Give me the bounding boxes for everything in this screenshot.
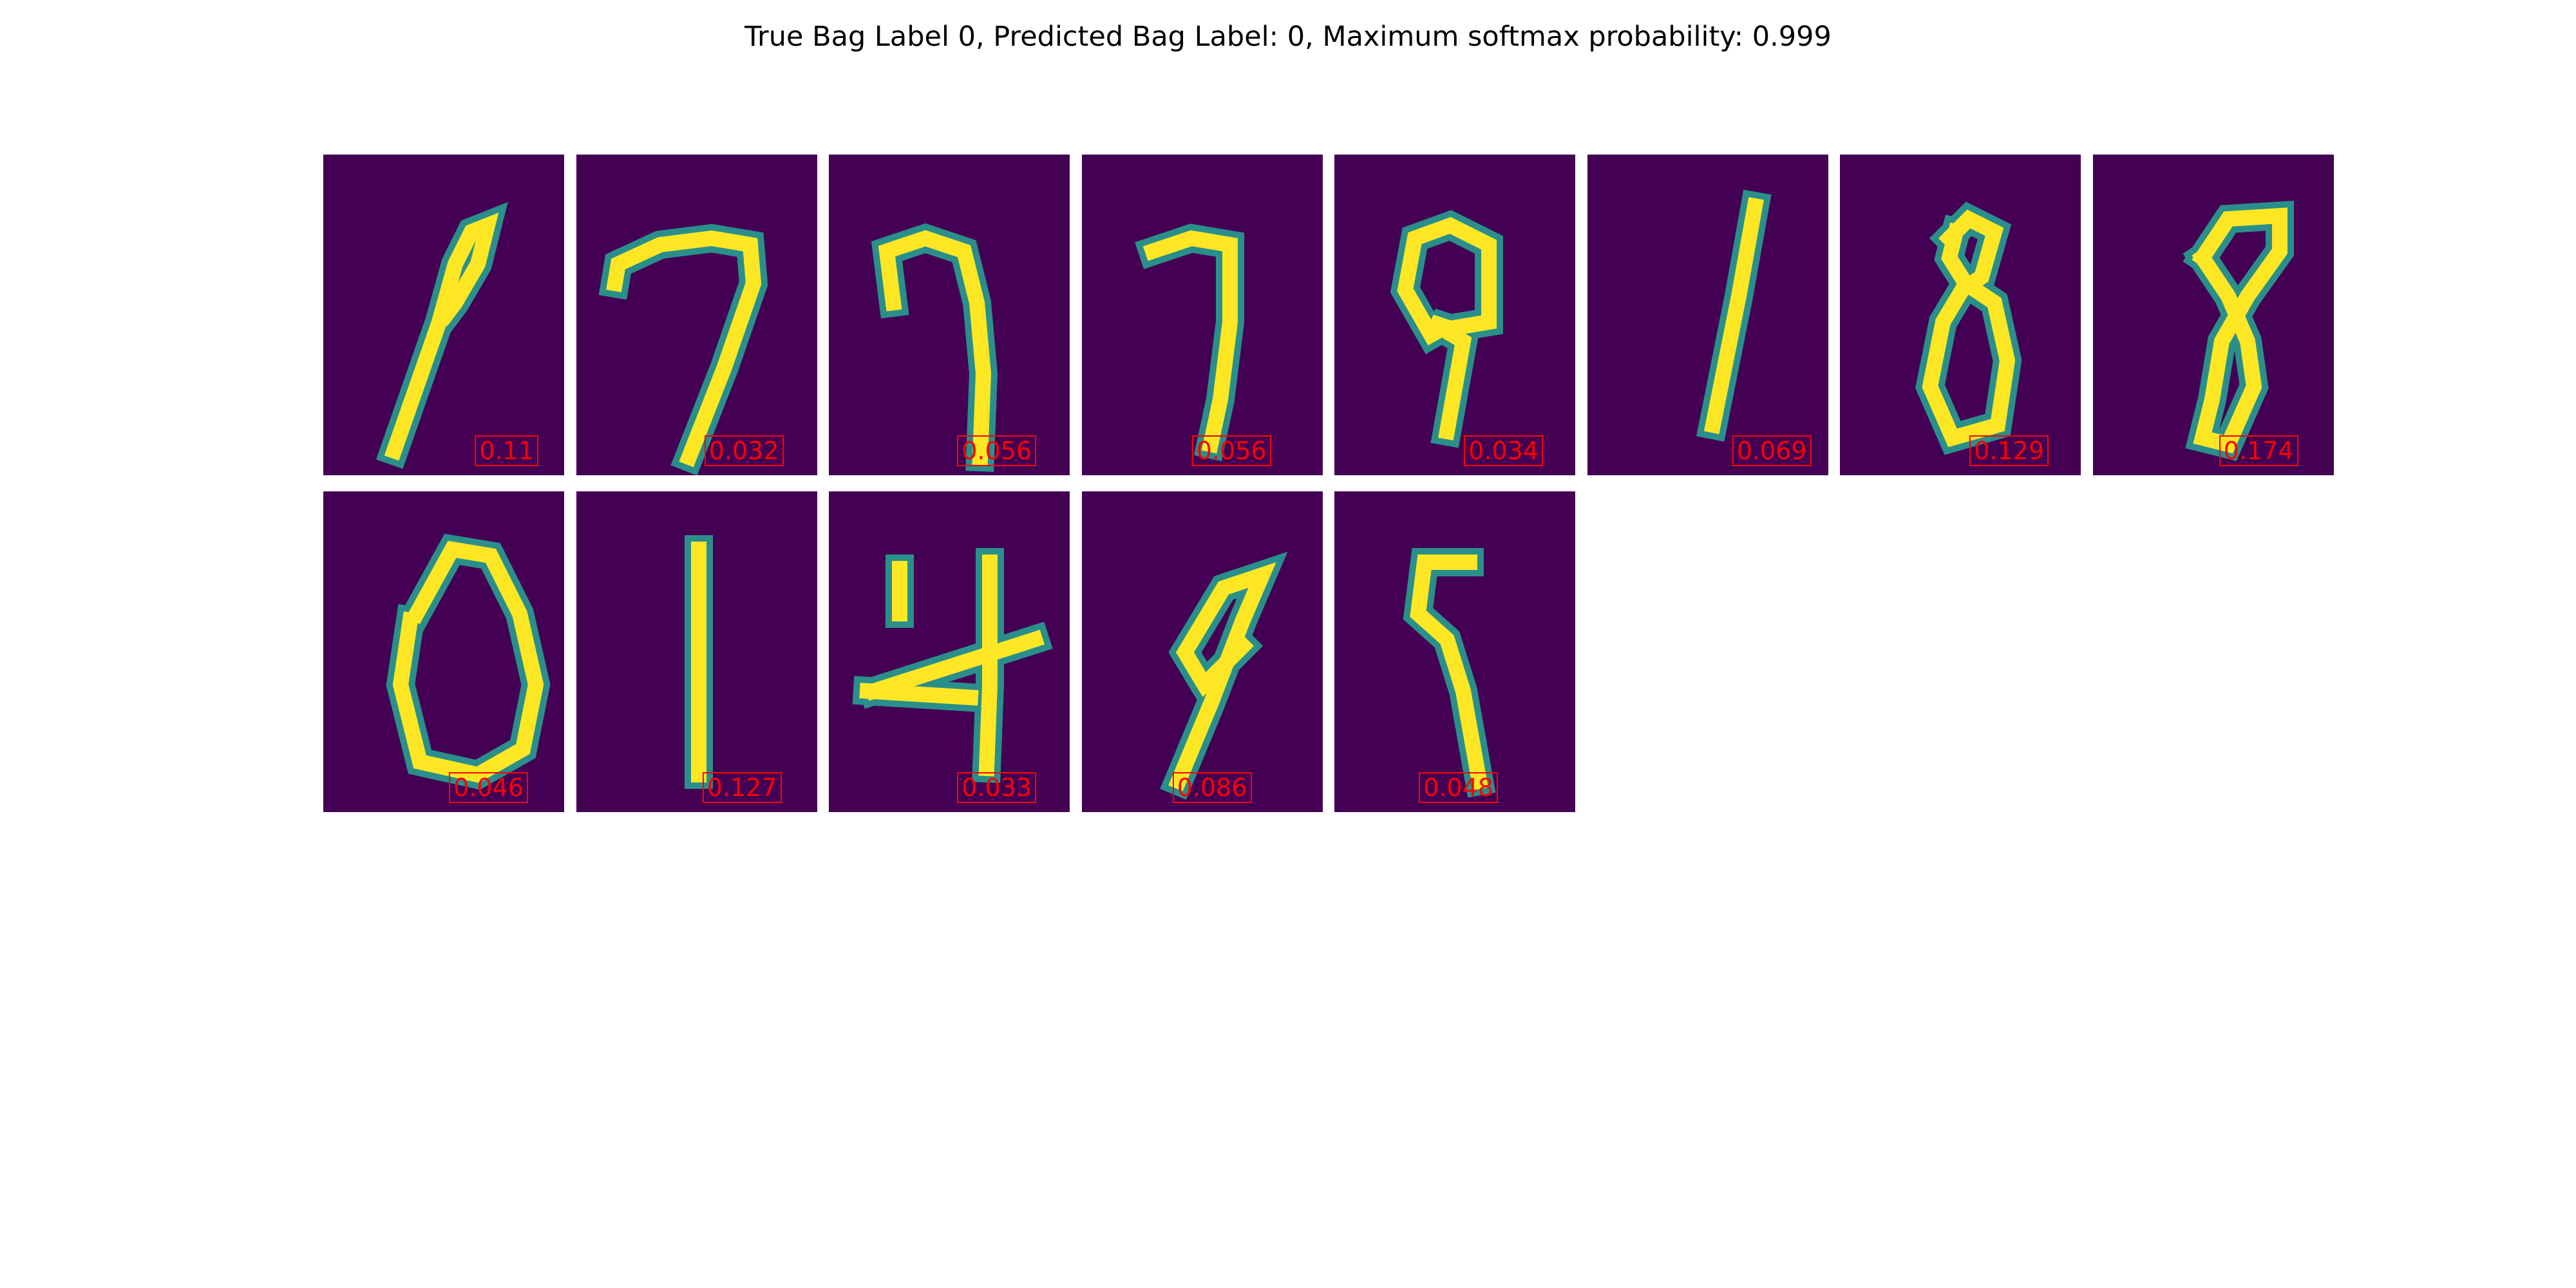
attention-score-11: 0.033 <box>957 772 1036 803</box>
attention-score-6: 0.069 <box>1732 435 1812 466</box>
instance-image-9: 0.046 <box>323 491 564 812</box>
instance-image-3: 0.056 <box>829 155 1070 475</box>
attention-score-8: 0.174 <box>2219 435 2298 466</box>
handwritten-digit-8 <box>2182 200 2294 461</box>
instance-image-13: 0.048 <box>1334 491 1575 812</box>
attention-score-9: 0.046 <box>449 772 528 803</box>
handwritten-digit-4 <box>852 548 1053 783</box>
handwritten-digit-8 <box>1915 202 2022 455</box>
instance-image-1: 0.11 <box>323 155 564 475</box>
handwritten-digit-0 <box>386 533 551 790</box>
attention-score-5: 0.034 <box>1464 435 1543 466</box>
instance-image-4: 0.056 <box>1081 155 1323 475</box>
handwritten-digit-7 <box>871 223 998 472</box>
attention-score-13: 0.048 <box>1419 772 1498 803</box>
attention-score-10: 0.127 <box>702 772 782 803</box>
handwritten-digit-9 <box>1159 551 1288 800</box>
attention-score-7: 0.129 <box>1969 435 2049 466</box>
handwritten-digit-9 <box>1403 548 1496 798</box>
instance-image-8: 0.174 <box>2092 155 2334 475</box>
attention-score-4: 0.056 <box>1191 435 1271 466</box>
instance-image-11: 0.033 <box>829 491 1070 812</box>
handwritten-digit-1 <box>684 535 713 789</box>
instance-image-12: 0.086 <box>1081 491 1323 812</box>
attention-score-12: 0.086 <box>1172 772 1252 803</box>
handwritten-digit-9 <box>375 202 508 469</box>
handwritten-digit-7 <box>1134 223 1244 462</box>
handwritten-digit-1 <box>1696 189 1772 442</box>
instance-image-2: 0.032 <box>576 155 817 475</box>
instance-image-10: 0.127 <box>576 491 817 812</box>
attention-score-1: 0.11 <box>475 435 538 466</box>
handwritten-digit-9 <box>1390 210 1503 448</box>
instance-image-7: 0.129 <box>1840 155 2081 475</box>
handwritten-digit-7 <box>598 223 768 475</box>
attention-score-2: 0.032 <box>704 435 784 466</box>
instance-image-5: 0.034 <box>1334 155 1575 475</box>
attention-score-3: 0.056 <box>957 435 1036 466</box>
figure-title: True Bag Label 0, Predicted Bag Label: 0… <box>744 21 1832 53</box>
instance-image-6: 0.069 <box>1587 155 1828 475</box>
